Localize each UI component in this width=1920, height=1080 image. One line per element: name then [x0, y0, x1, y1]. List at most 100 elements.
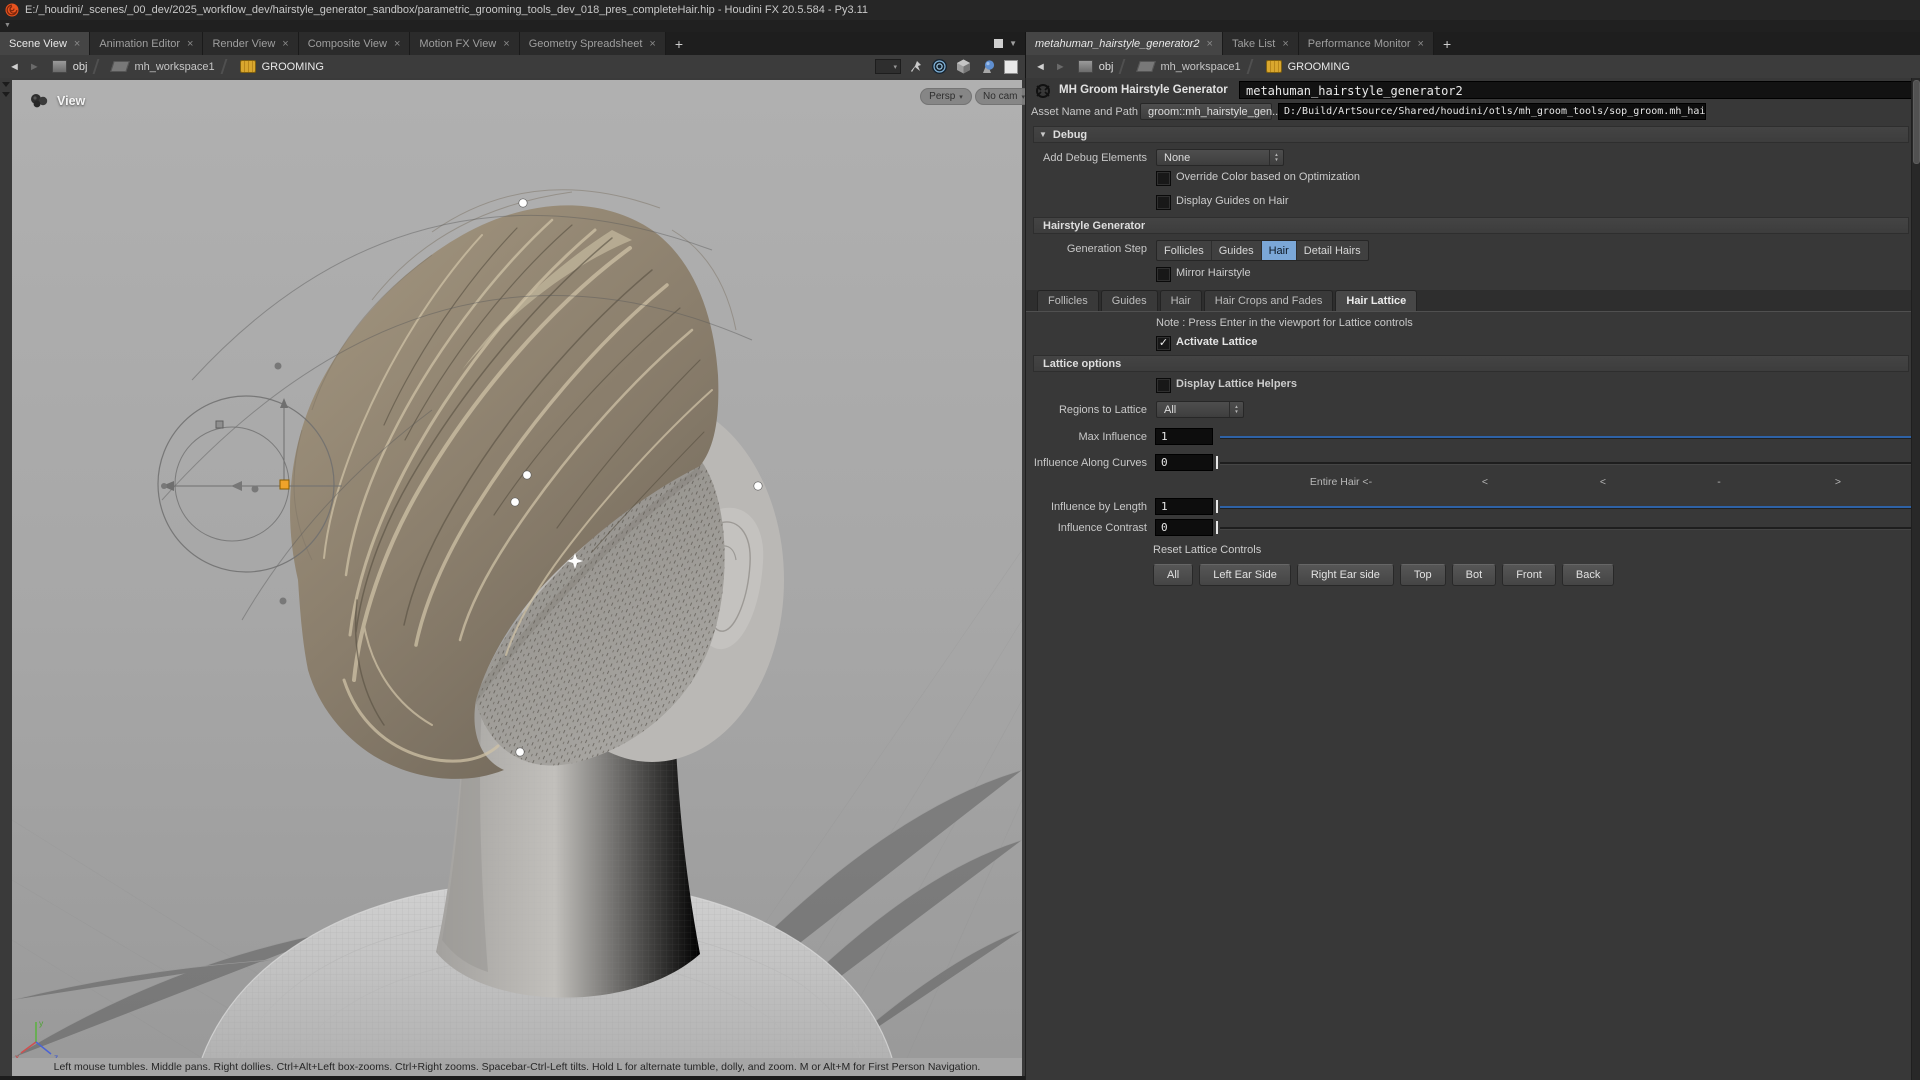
splitter-arrow-icon[interactable]	[2, 92, 10, 97]
max-influence-slider[interactable]	[1220, 436, 1912, 438]
tab-hair[interactable]: Hair	[1160, 290, 1202, 311]
influence-contrast-slider[interactable]	[1220, 527, 1912, 529]
close-icon[interactable]: ×	[1418, 38, 1424, 50]
tab-animation-editor[interactable]: Animation Editor ×	[90, 32, 203, 55]
ladder-step-4[interactable]: >	[1835, 476, 1841, 488]
display-lattice-helpers-label: Display Lattice Helpers	[1176, 378, 1297, 390]
node-name-field[interactable]: metahuman_hairstyle_generator2	[1239, 81, 1914, 99]
influence-contrast-slider-handle[interactable]	[1216, 521, 1218, 534]
tab-composite-view[interactable]: Composite View ×	[299, 32, 411, 55]
max-influence-field[interactable]: 1	[1155, 428, 1213, 445]
influence-by-length-slider-handle[interactable]	[1216, 500, 1218, 513]
breadcrumb-obj[interactable]: obj	[1099, 61, 1114, 73]
tab-guides[interactable]: Guides	[1101, 290, 1158, 311]
expand-menu-icon[interactable]: ▼	[4, 22, 11, 29]
tab-render-view[interactable]: Render View ×	[203, 32, 298, 55]
nav-back-icon[interactable]: ◄	[1035, 61, 1046, 73]
breadcrumb-network[interactable]: GROOMING	[262, 61, 324, 73]
collapse-icon[interactable]: ▼	[1039, 130, 1047, 139]
ladder-step-1[interactable]: <	[1482, 476, 1488, 488]
asset-path-field[interactable]: D:/Build/ArtSource/Shared/houdini/otls/m…	[1278, 103, 1706, 120]
close-icon[interactable]: ×	[1207, 38, 1213, 50]
activate-lattice-checkbox[interactable]: ✓	[1156, 336, 1171, 351]
override-color-checkbox[interactable]	[1156, 171, 1171, 186]
tab-hair-lattice[interactable]: Hair Lattice	[1335, 290, 1417, 311]
asset-name-dropdown[interactable]: groom::mh_hairstyle_gen... ▲ ▼	[1140, 103, 1272, 120]
close-icon[interactable]: ×	[649, 38, 655, 50]
breadcrumb-workspace[interactable]: mh_workspace1	[1160, 61, 1240, 73]
lattice-options-section-header[interactable]: Lattice options	[1033, 355, 1909, 372]
step-follicles[interactable]: Follicles	[1157, 241, 1212, 260]
tab-metahuman-hairstyle-generator2[interactable]: metahuman_hairstyle_generator2 ×	[1026, 32, 1223, 55]
new-tab-button[interactable]: +	[666, 32, 692, 55]
display-guides-checkbox[interactable]	[1156, 195, 1171, 210]
display-lattice-helpers-checkbox[interactable]	[1156, 378, 1171, 393]
pin-icon[interactable]	[908, 59, 924, 75]
breadcrumb-obj[interactable]: obj	[73, 61, 88, 73]
select-target-icon[interactable]	[931, 58, 948, 75]
scrollbar-thumb[interactable]	[1913, 80, 1920, 164]
tab-scene-view[interactable]: Scene View ×	[0, 32, 90, 55]
influence-contrast-label: Influence Contrast	[1026, 519, 1147, 537]
viewport-canvas[interactable]: y x z View Persp ▾ No cam	[12, 80, 1022, 1058]
new-tab-button[interactable]: +	[1434, 32, 1460, 55]
close-icon[interactable]: ×	[394, 38, 400, 50]
tab-performance-monitor[interactable]: Performance Monitor ×	[1299, 32, 1434, 55]
parameters-scrollbar[interactable]	[1911, 78, 1920, 1080]
influence-by-length-field[interactable]: 1	[1155, 498, 1213, 515]
breadcrumb-workspace[interactable]: mh_workspace1	[134, 61, 214, 73]
hairstyle-generator-section-header[interactable]: Hairstyle Generator	[1033, 217, 1909, 234]
splitter-arrow-icon[interactable]	[2, 82, 10, 87]
ladder-entire-hair[interactable]: Entire Hair <-	[1310, 476, 1372, 488]
geometry-cube-icon[interactable]	[955, 58, 972, 75]
nav-forward-icon[interactable]: ►	[1055, 61, 1066, 73]
tab-take-list[interactable]: Take List ×	[1223, 32, 1299, 55]
tab-follicles[interactable]: Follicles	[1037, 290, 1099, 311]
display-options-icon[interactable]	[1003, 59, 1019, 75]
step-guides[interactable]: Guides	[1212, 241, 1262, 260]
tab-geometry-spreadsheet[interactable]: Geometry Spreadsheet ×	[520, 32, 666, 55]
debug-section-header[interactable]: ▼ Debug	[1033, 126, 1909, 143]
reset-buttons-row: All Left Ear Side Right Ear side Top Bot…	[1153, 564, 1614, 586]
reset-back-button[interactable]: Back	[1562, 564, 1614, 586]
regions-to-lattice-dropdown[interactable]: All ▲ ▼	[1156, 401, 1244, 418]
chevron-down-icon: ▾	[959, 93, 963, 101]
reset-top-button[interactable]: Top	[1400, 564, 1446, 586]
override-color-label: Override Color based on Optimization	[1176, 171, 1360, 183]
nav-back-icon[interactable]: ◄	[9, 61, 20, 73]
pane-menu-icon[interactable]: ▼	[1009, 39, 1017, 48]
tab-motion-fx-view[interactable]: Motion FX View ×	[410, 32, 519, 55]
ladder-step-3[interactable]: -	[1717, 476, 1721, 488]
reset-front-button[interactable]: Front	[1502, 564, 1556, 586]
mirror-hairstyle-checkbox[interactable]	[1156, 267, 1171, 282]
pane-maximize-icon[interactable]	[994, 39, 1003, 48]
close-icon[interactable]: ×	[503, 38, 509, 50]
spinner-icon[interactable]: ▲ ▼	[1269, 150, 1283, 165]
left-pane-tabbar: Scene View × Animation Editor × Render V…	[0, 32, 1025, 55]
influence-by-length-slider[interactable]	[1220, 506, 1912, 508]
snap-dropdown[interactable]: ▾	[875, 59, 901, 74]
influence-along-curves-slider-handle[interactable]	[1216, 456, 1218, 469]
influence-contrast-field[interactable]: 0	[1155, 519, 1213, 536]
breadcrumb-network[interactable]: GROOMING	[1288, 61, 1350, 73]
ladder-step-2[interactable]: <	[1600, 476, 1606, 488]
shading-mode-icon[interactable]	[979, 58, 996, 75]
spinner-icon[interactable]: ▲ ▼	[1229, 402, 1243, 417]
step-detail-hairs[interactable]: Detail Hairs	[1297, 241, 1368, 260]
perspective-selector[interactable]: Persp ▾	[920, 88, 972, 105]
reset-left-ear-side-button[interactable]: Left Ear Side	[1199, 564, 1291, 586]
pane-controls[interactable]: ▼	[986, 32, 1025, 55]
nav-forward-icon[interactable]: ►	[29, 61, 40, 73]
add-debug-elements-dropdown[interactable]: None ▲ ▼	[1156, 149, 1284, 166]
close-icon[interactable]: ×	[1282, 38, 1288, 50]
influence-along-curves-field[interactable]: 0	[1155, 454, 1213, 471]
tab-hair-crops-and-fades[interactable]: Hair Crops and Fades	[1204, 290, 1334, 311]
close-icon[interactable]: ×	[187, 38, 193, 50]
step-hair[interactable]: Hair	[1262, 241, 1297, 260]
reset-bot-button[interactable]: Bot	[1452, 564, 1497, 586]
reset-all-button[interactable]: All	[1153, 564, 1193, 586]
close-icon[interactable]: ×	[74, 38, 80, 50]
influence-along-curves-slider[interactable]	[1220, 462, 1912, 464]
close-icon[interactable]: ×	[282, 38, 288, 50]
reset-right-ear-side-button[interactable]: Right Ear side	[1297, 564, 1394, 586]
